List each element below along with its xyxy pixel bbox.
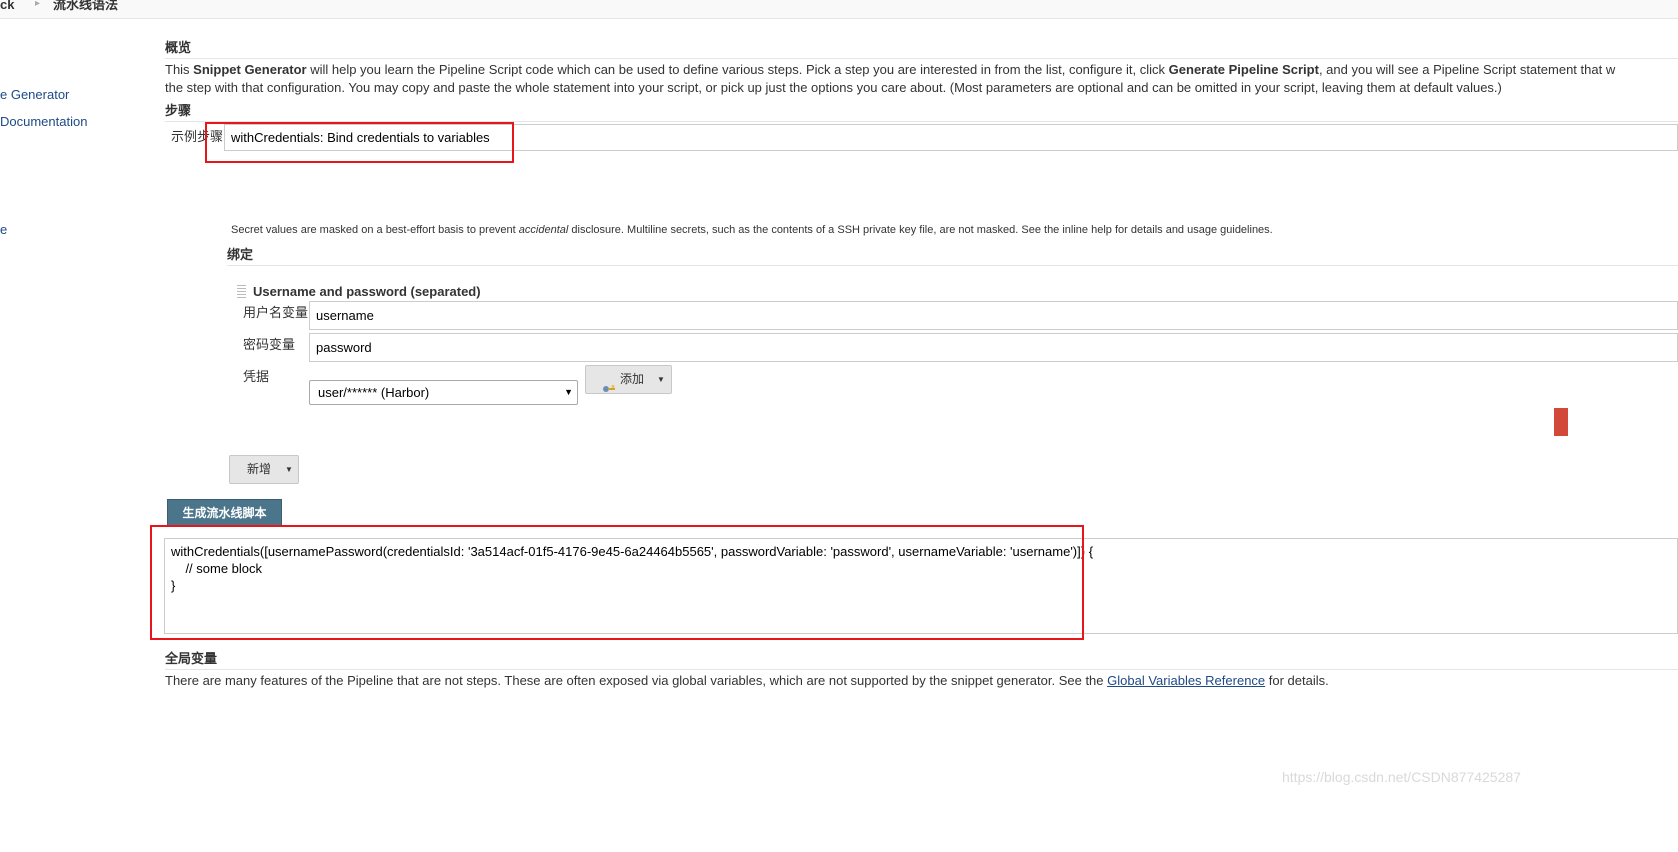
dropdown-arrow-icon: ▼ xyxy=(285,465,293,474)
username-variable-input[interactable]: username xyxy=(309,301,1678,330)
add-credentials-button[interactable]: 添加 ▼ xyxy=(585,365,672,394)
help-edge-badge xyxy=(1554,408,1568,436)
add-binding-label: 新增 xyxy=(247,462,272,476)
binding-title: Username and password (separated) xyxy=(253,284,481,299)
sidebar-item-snippet-generator[interactable]: e Generator xyxy=(0,87,69,102)
snippet-generator-term: Snippet Generator xyxy=(193,62,307,77)
bindings-heading: 绑定 xyxy=(227,244,1678,266)
sample-step-label: 示例步骤 xyxy=(171,129,224,144)
add-credentials-label: 添加 xyxy=(620,372,645,386)
key-icon xyxy=(603,376,615,392)
select-arrow-icon: ▼ xyxy=(564,387,573,397)
global-variables-text: There are many features of the Pipeline … xyxy=(165,673,1329,688)
global-variables-reference-link[interactable]: Global Variables Reference xyxy=(1107,673,1265,688)
credentials-selected-value: user/****** (Harbor) xyxy=(318,385,430,400)
password-variable-label: 密码变量 xyxy=(243,337,296,352)
overview-text-line2: the step with that configuration. You ma… xyxy=(165,80,1502,95)
overview-heading: 概览 xyxy=(165,37,1678,59)
drag-handle-icon[interactable] xyxy=(237,284,246,298)
overview-text: This Snippet Generator will help you lea… xyxy=(165,62,1616,77)
sidebar-item-steps-reference[interactable]: Documentation xyxy=(0,114,87,129)
watermark: https://blog.csdn.net/CSDN877425287 xyxy=(1282,769,1521,785)
password-variable-input[interactable]: password xyxy=(309,333,1678,362)
breadcrumb-item-job[interactable]: ck xyxy=(0,0,14,11)
username-variable-label: 用户名变量 xyxy=(243,305,309,320)
generate-script-term: Generate Pipeline Script xyxy=(1168,62,1319,77)
credentials-select[interactable]: user/****** (Harbor) ▼ xyxy=(309,380,578,405)
pipeline-script-output[interactable]: withCredentials([usernamePassword(creden… xyxy=(164,538,1678,634)
steps-heading: 步骤 xyxy=(165,100,1678,122)
secret-mask-note: Secret values are masked on a best-effor… xyxy=(231,224,1273,236)
sidebar-item-online-documentation[interactable]: e xyxy=(0,222,7,237)
add-binding-button[interactable]: 新增 ▼ xyxy=(229,455,299,484)
sample-step-select[interactable]: withCredentials: Bind credentials to var… xyxy=(224,124,1678,151)
breadcrumb: ck ▸ 流水线语法 xyxy=(0,0,1678,19)
generate-pipeline-script-button[interactable]: 生成流水线脚本 xyxy=(167,499,282,527)
credentials-label: 凭据 xyxy=(243,369,270,384)
dropdown-arrow-icon: ▼ xyxy=(657,375,665,384)
breadcrumb-item-pipeline-syntax[interactable]: 流水线语法 xyxy=(53,0,118,11)
breadcrumb-separator-icon: ▸ xyxy=(35,0,41,9)
global-variables-heading: 全局变量 xyxy=(165,648,1678,670)
